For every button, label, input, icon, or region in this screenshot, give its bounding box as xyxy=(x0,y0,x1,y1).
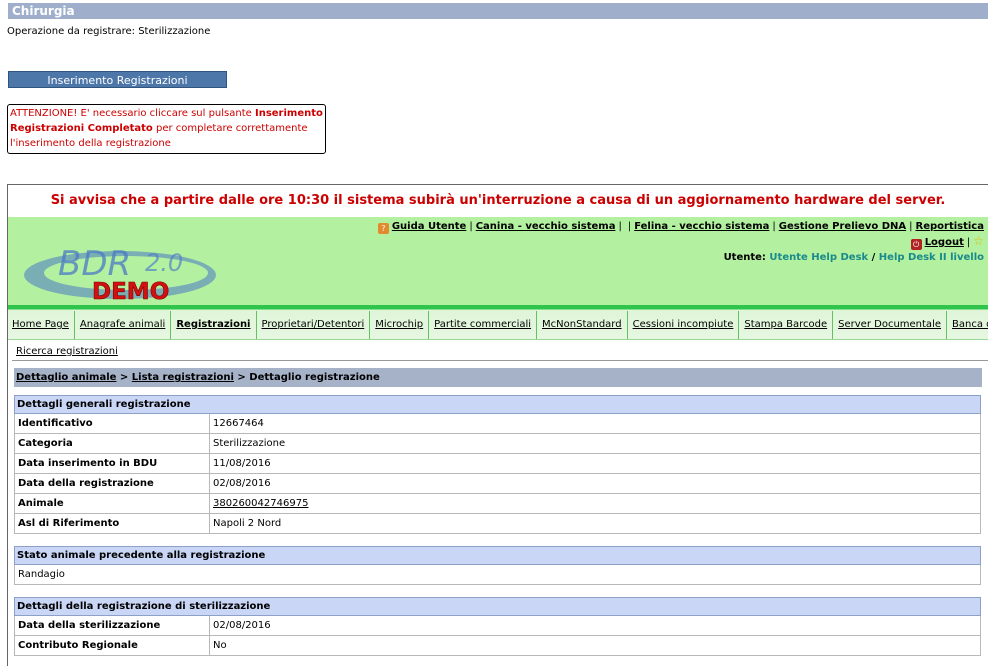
bdr-demo-logo: BDR 2.0 DEMO xyxy=(24,244,216,301)
breadcrumb-current: Dettaglio registrazione xyxy=(249,372,380,383)
user-label: Utente: xyxy=(723,252,766,263)
nav-cessioni-incompiute[interactable]: Cessioni incompiute xyxy=(628,311,740,339)
nav-server-documentale[interactable]: Server Documentale xyxy=(833,311,947,339)
prelievo-dna-link[interactable]: Gestione Prelievo DNA xyxy=(779,221,906,232)
table-row: Animale 380260042746975 xyxy=(14,493,981,514)
row-value: No xyxy=(209,635,981,656)
breadcrumb-sep: > xyxy=(119,372,129,383)
breadcrumb-lista-registrazioni[interactable]: Lista registrazioni xyxy=(132,372,234,383)
breadcrumb-sep: > xyxy=(237,372,246,383)
operation-line: Operazione da registrare: Sterilizzazion… xyxy=(7,26,211,37)
row-value: 12667464 xyxy=(209,413,981,434)
row-label: Animale xyxy=(14,493,210,514)
table-row: Categoria Sterilizzazione xyxy=(14,433,981,454)
subnav-divider xyxy=(12,360,988,361)
reportistica-link[interactable]: Reportistica xyxy=(916,221,985,232)
row-value: 02/08/2016 xyxy=(209,615,981,636)
table-row: Identificativo 12667464 xyxy=(14,413,981,434)
previous-state-table: Stato animale precedente alla registrazi… xyxy=(14,546,981,585)
complete-registration-button[interactable]: Inserimento Registrazioni Completato xyxy=(8,71,227,102)
help-icon: ? xyxy=(377,223,389,234)
table-row: Asl di Riferimento Napoli 2 Nord xyxy=(14,513,981,534)
nav-banca-dati-passaporti[interactable]: Banca dati Passaporti xyxy=(947,311,988,339)
table-row: Data inserimento in BDU 11/08/2016 xyxy=(14,453,981,474)
logout-link[interactable]: Logout xyxy=(925,237,964,248)
app-header: BDR 2.0 DEMO ? Guida Utente | Canina - vecc… xyxy=(8,217,988,305)
page-title-bar: Chirurgia xyxy=(8,3,988,19)
logout-icon: ⏻ xyxy=(910,239,922,250)
row-label: Data inserimento in BDU xyxy=(14,453,210,474)
felina-link[interactable]: Felina - vecchio sistema xyxy=(634,221,769,232)
logo-version: 2.0 xyxy=(145,249,183,277)
page-title: Chirurgia xyxy=(12,4,75,18)
table-row: Data della sterilizzazione 02/08/2016 xyxy=(14,615,981,636)
nav-anagrafe-animali[interactable]: Anagrafe animali xyxy=(75,311,172,339)
general-details-header: Dettagli generali registrazione xyxy=(14,395,981,414)
row-value: Napoli 2 Nord xyxy=(209,513,981,534)
nav-proprietari[interactable]: Proprietari/Detentori xyxy=(257,311,371,339)
row-value: 380260042746975 xyxy=(209,493,981,514)
logo-title: BDR xyxy=(58,244,131,284)
row-label: Identificativo xyxy=(14,413,210,434)
row-label: Categoria xyxy=(14,433,210,454)
ricerca-registrazioni-link[interactable]: Ricerca registrazioni xyxy=(16,346,118,357)
row-value: 02/08/2016 xyxy=(209,473,981,494)
main-nav: Home Page Anagrafe animali Registrazioni Pr… xyxy=(8,305,988,340)
main-panel: Si avvisa che a partire dalle ore 10:30 … xyxy=(7,184,988,666)
top-links: ? Guida Utente | Canina - vecchio sistema | |… xyxy=(377,219,985,265)
nav-mcnonstandard[interactable]: McNonStandard xyxy=(537,311,628,339)
user-role: Help Desk II livello xyxy=(878,252,984,263)
previous-state-value: Randagio xyxy=(14,564,981,585)
nav-stampa-barcode[interactable]: Stampa Barcode xyxy=(739,311,834,339)
row-label: Asl di Riferimento xyxy=(14,513,210,534)
table-row: Contributo Regionale No xyxy=(14,635,981,656)
row-value: 11/08/2016 xyxy=(209,453,981,474)
nav-home-page[interactable]: Home Page xyxy=(8,311,75,339)
row-label: Contributo Regionale xyxy=(14,635,210,656)
table-row: Data della registrazione 02/08/2016 xyxy=(14,473,981,494)
sub-nav: Ricerca registrazioni xyxy=(8,340,988,362)
animal-link[interactable]: 380260042746975 xyxy=(213,498,308,509)
warning-text-1: ATTENZIONE! E' necessario cliccare sul p… xyxy=(10,108,255,119)
star-icon[interactable]: ☆ xyxy=(973,234,984,248)
nav-microchip[interactable]: Microchip xyxy=(370,311,430,339)
nav-partite-commerciali[interactable]: Partite commerciali xyxy=(429,311,538,339)
row-label: Data della registrazione xyxy=(14,473,210,494)
breadcrumb-dettaglio-animale[interactable]: Dettaglio animale xyxy=(16,372,116,383)
user-info: Utente: Utente Help Desk / Help Desk II … xyxy=(378,250,984,265)
sterilization-details-table: Dettagli della registrazione di steriliz… xyxy=(14,597,981,656)
canina-link[interactable]: Canina - vecchio sistema xyxy=(476,221,616,232)
maintenance-notice: Si avvisa che a partire dalle ore 10:30 … xyxy=(8,185,988,217)
logo-badge: DEMO xyxy=(92,279,169,301)
warning-box: ATTENZIONE! E' necessario cliccare sul p… xyxy=(7,104,326,154)
nav-registrazioni[interactable]: Registrazioni xyxy=(171,311,257,339)
previous-state-header: Stato animale precedente alla registrazi… xyxy=(14,546,981,565)
breadcrumb: Dettaglio animale > Lista registrazioni … xyxy=(14,368,982,387)
table-row: Randagio xyxy=(14,564,981,585)
general-details-table: Dettagli generali registrazione Identifi… xyxy=(14,395,981,534)
guida-utente-link[interactable]: Guida Utente xyxy=(392,221,467,232)
user-sep: / xyxy=(871,252,876,263)
row-label: Data della sterilizzazione xyxy=(14,615,210,636)
sterilization-header: Dettagli della registrazione di steriliz… xyxy=(14,597,981,616)
user-name: Utente Help Desk xyxy=(769,252,869,263)
row-value: Sterilizzazione xyxy=(209,433,981,454)
